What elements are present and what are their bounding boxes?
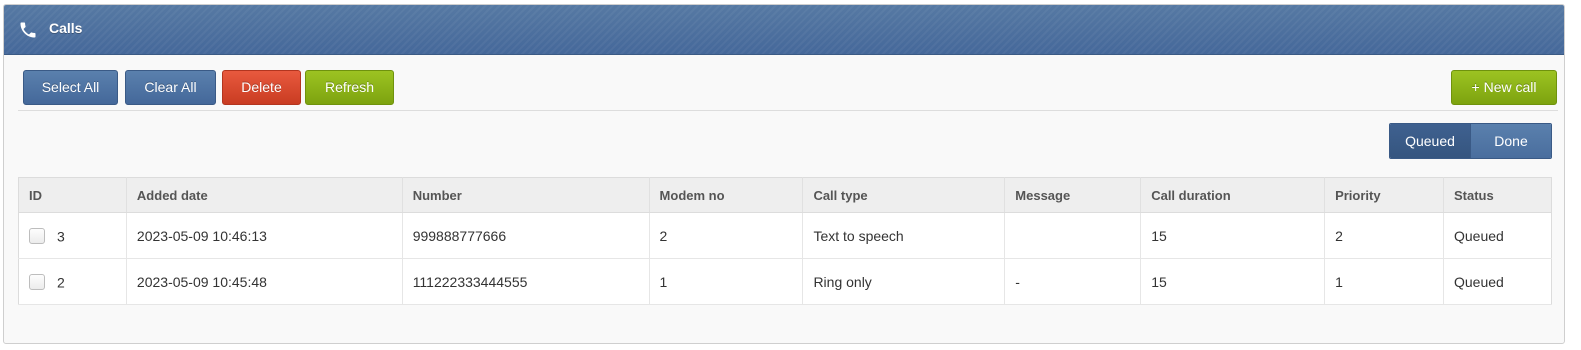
message-cell: -: [1004, 258, 1141, 305]
column-header-message[interactable]: Message: [1004, 177, 1141, 213]
page-title: Calls: [49, 20, 83, 36]
row-id: 3: [57, 228, 65, 245]
modem-no-cell: 1: [648, 258, 803, 305]
call-duration-cell: 15: [1140, 258, 1325, 305]
message-cell: [1004, 212, 1141, 259]
column-header-modem-no[interactable]: Modem no: [648, 177, 803, 213]
column-header-priority[interactable]: Priority: [1324, 177, 1444, 213]
priority-cell: 1: [1324, 258, 1444, 305]
id-cell: 2: [18, 258, 127, 305]
tab-done[interactable]: Done: [1470, 124, 1551, 158]
table-row[interactable]: 2 2023-05-09 10:45:48 111222333444555 1 …: [18, 258, 1552, 305]
call-type-cell: Ring only: [802, 258, 1005, 305]
delete-button[interactable]: Delete: [222, 70, 301, 105]
id-cell: 3: [18, 212, 127, 259]
table-row[interactable]: 3 2023-05-09 10:46:13 999888777666 2 Tex…: [18, 212, 1552, 259]
table-header-row: ID Added date Number Modem no Call type …: [18, 177, 1552, 213]
calls-panel: Calls Select All Clear All Delete Refres…: [3, 4, 1565, 344]
column-header-status[interactable]: Status: [1442, 177, 1552, 213]
row-id: 2: [57, 274, 65, 291]
status-cell: Queued: [1442, 258, 1552, 305]
tab-queued[interactable]: Queued: [1390, 124, 1470, 158]
refresh-button[interactable]: Refresh: [305, 70, 394, 105]
toolbar-divider: [18, 110, 1558, 111]
column-header-number[interactable]: Number: [401, 177, 650, 213]
added-date-cell: 2023-05-09 10:45:48: [125, 258, 403, 305]
status-filter: Queued Done: [1389, 123, 1552, 159]
row-checkbox[interactable]: [29, 228, 45, 245]
column-header-call-type[interactable]: Call type: [802, 177, 1005, 213]
column-header-added-date[interactable]: Added date: [125, 177, 403, 213]
modem-no-cell: 2: [648, 212, 803, 259]
call-duration-cell: 15: [1140, 212, 1325, 259]
number-cell: 999888777666: [401, 212, 650, 259]
added-date-cell: 2023-05-09 10:46:13: [125, 212, 403, 259]
column-header-call-duration[interactable]: Call duration: [1140, 177, 1325, 213]
number-cell: 111222333444555: [401, 258, 650, 305]
select-all-button[interactable]: Select All: [23, 70, 118, 105]
panel-header: Calls: [4, 5, 1564, 55]
calls-table: ID Added date Number Modem no Call type …: [18, 177, 1552, 305]
row-checkbox[interactable]: [29, 274, 45, 291]
new-call-button[interactable]: + New call: [1451, 70, 1557, 105]
call-type-cell: Text to speech: [802, 212, 1005, 259]
clear-all-button[interactable]: Clear All: [125, 70, 216, 105]
phone-icon: [20, 22, 36, 38]
status-cell: Queued: [1442, 212, 1552, 259]
column-header-id[interactable]: ID: [18, 177, 127, 213]
priority-cell: 2: [1324, 212, 1444, 259]
